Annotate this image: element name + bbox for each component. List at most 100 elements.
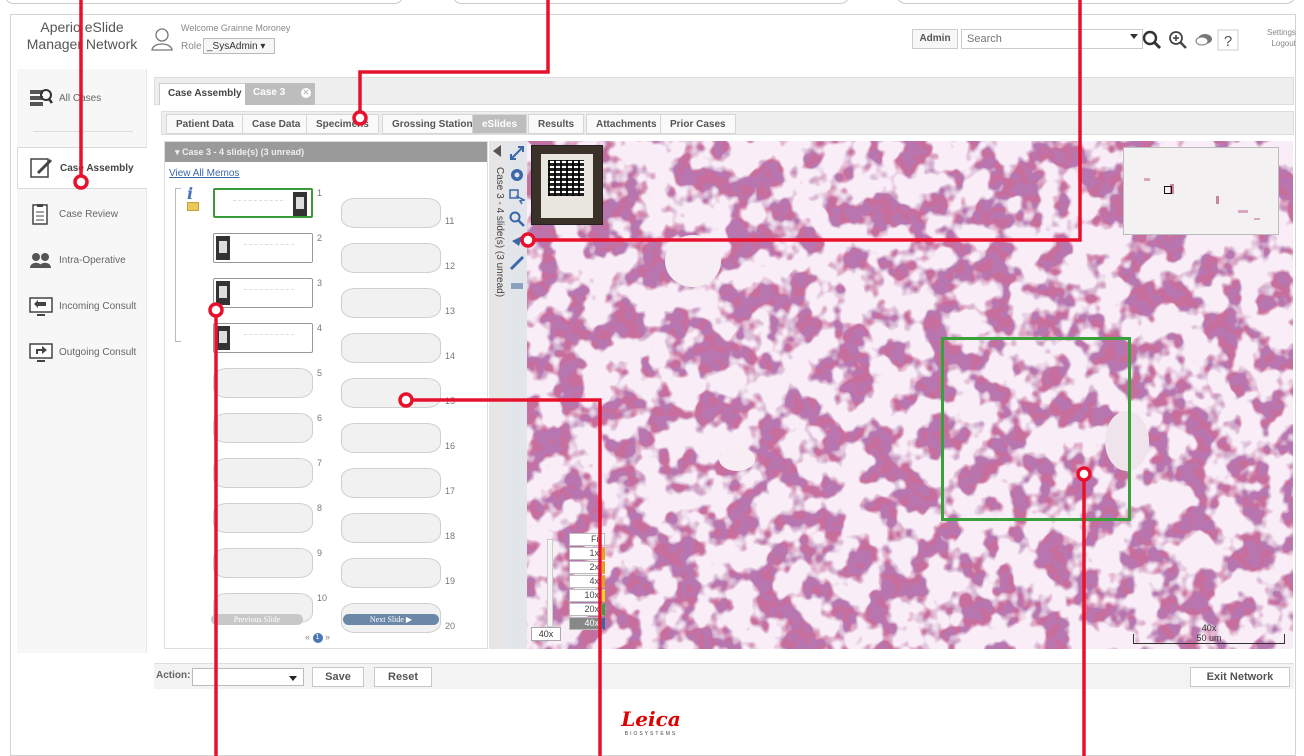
help-icon[interactable]: ? bbox=[1217, 29, 1239, 51]
empty-slide-slot[interactable] bbox=[341, 333, 441, 363]
sidebar-item-outgoing-consult[interactable]: Outgoing Consult bbox=[17, 331, 147, 373]
empty-slide-slot[interactable] bbox=[341, 468, 441, 498]
zoom-value: 40x bbox=[531, 627, 561, 641]
tab-results[interactable]: Results bbox=[528, 114, 585, 134]
tab-grossing-station[interactable]: Grossing Station bbox=[382, 114, 483, 134]
slide-thumbnail[interactable] bbox=[213, 278, 313, 308]
next-slide-button[interactable]: Next Slide ▶ bbox=[343, 614, 439, 625]
previous-slide-button[interactable]: Previous Slide bbox=[211, 614, 303, 625]
admin-button[interactable]: Admin bbox=[912, 29, 958, 49]
slide-slot-number: 6 bbox=[317, 413, 323, 423]
minimap[interactable] bbox=[1123, 147, 1279, 235]
sidebar-item-incoming-consult[interactable]: Incoming Consult bbox=[17, 285, 147, 327]
settings-link[interactable]: Settings bbox=[1267, 27, 1296, 38]
search-dropdown-icon[interactable] bbox=[1130, 34, 1138, 39]
collapse-arrow-icon[interactable] bbox=[493, 145, 501, 157]
tab-specimens[interactable]: Specimens bbox=[306, 114, 379, 134]
tab-patient-data[interactable]: Patient Data bbox=[166, 114, 244, 134]
callout-frames bbox=[0, 0, 1304, 4]
slide-slot-number: 3 bbox=[317, 278, 323, 288]
search-input[interactable] bbox=[961, 29, 1143, 49]
tab-case-assembly[interactable]: Case Assembly bbox=[159, 83, 251, 105]
minimap-viewport[interactable] bbox=[1164, 186, 1172, 194]
pager-current[interactable]: 1 bbox=[312, 632, 323, 643]
save-button[interactable]: Save bbox=[312, 667, 364, 687]
empty-slide-slot[interactable] bbox=[341, 288, 441, 318]
tab-prior-cases[interactable]: Prior Cases bbox=[660, 114, 736, 134]
empty-slide-slot[interactable] bbox=[341, 423, 441, 453]
zoom-40x-button[interactable]: 40x bbox=[569, 617, 605, 630]
logout-link[interactable]: Logout bbox=[1267, 38, 1295, 49]
zoom-slider-track[interactable] bbox=[547, 539, 553, 627]
chat-icon[interactable] bbox=[1193, 29, 1215, 51]
gear-icon[interactable] bbox=[509, 167, 525, 183]
zoom-in-icon[interactable] bbox=[1167, 29, 1189, 51]
outgoing-consult-icon bbox=[29, 343, 53, 362]
empty-slide-slot[interactable] bbox=[341, 198, 441, 228]
empty-slide-slot[interactable] bbox=[341, 378, 441, 408]
pager-next-icon[interactable]: » bbox=[325, 632, 330, 642]
slide-thumbnail[interactable] bbox=[213, 188, 313, 218]
zoom-1x-button[interactable]: 1x bbox=[569, 547, 605, 560]
settings-links: Settings Logout bbox=[1267, 27, 1296, 49]
magnifier-icon[interactable] bbox=[509, 211, 525, 227]
zoom-10x-button[interactable]: 10x bbox=[569, 589, 605, 602]
callout-frame bbox=[896, 0, 1296, 4]
all-cases-icon bbox=[30, 89, 53, 106]
slide-viewer[interactable]: Fit 1x 2x 4x 10x 20x 40x 40x 40x 50 um bbox=[527, 141, 1293, 649]
role-select[interactable]: _SysAdmin ▾ bbox=[203, 38, 275, 54]
empty-slide-slot[interactable] bbox=[213, 458, 313, 488]
vertical-case-label: Case 3 - 4 slide(s) (3 unread) bbox=[494, 167, 505, 298]
close-icon[interactable]: ✕ bbox=[301, 88, 311, 98]
empty-slide-slot[interactable] bbox=[213, 548, 313, 578]
role-label: Role bbox=[181, 41, 202, 52]
empty-slide-slot[interactable] bbox=[341, 558, 441, 588]
empty-slide-slot[interactable] bbox=[213, 503, 313, 533]
view-all-memos-link[interactable]: View All Memos bbox=[169, 168, 239, 179]
sidebar-item-intra-operative[interactable]: Intra-Operative bbox=[17, 239, 147, 281]
zoom-fit-button[interactable]: Fit bbox=[569, 533, 605, 546]
eraser-icon[interactable] bbox=[509, 277, 525, 293]
pager-prev-icon[interactable]: « bbox=[305, 632, 310, 642]
viewer-toolbar bbox=[507, 141, 527, 649]
pen-icon[interactable] bbox=[509, 255, 525, 271]
slide-slot-number: 18 bbox=[445, 531, 456, 541]
region-of-interest[interactable] bbox=[941, 337, 1131, 521]
slide-slot-number: 5 bbox=[317, 368, 323, 378]
zoom-20x-button[interactable]: 20x bbox=[569, 603, 605, 616]
slide-label-thumbnail[interactable] bbox=[531, 145, 603, 225]
biosystems-text: BIOSYSTEMS bbox=[624, 731, 678, 737]
tab-case-3[interactable]: Case 3 ✕ bbox=[245, 83, 315, 105]
tab-eslides[interactable]: eSlides bbox=[472, 114, 528, 134]
slides-panel-title: Case 3 - 4 slide(s) (3 unread) bbox=[182, 147, 305, 157]
tab-case-data[interactable]: Case Data bbox=[242, 114, 311, 134]
tissue-sample bbox=[244, 334, 294, 342]
slide-thumbnail[interactable] bbox=[213, 323, 313, 353]
slide-slot-number: 4 bbox=[317, 323, 323, 333]
search-icon[interactable] bbox=[1141, 29, 1163, 51]
pointer-icon[interactable] bbox=[509, 233, 525, 249]
tissue-sample bbox=[244, 289, 294, 297]
zoom-2x-button[interactable]: 2x bbox=[569, 561, 605, 574]
slides-panel-header[interactable]: ▾ Case 3 - 4 slide(s) (3 unread) bbox=[165, 142, 487, 162]
empty-slide-slot[interactable] bbox=[213, 368, 313, 398]
tab-attachments[interactable]: Attachments bbox=[586, 114, 667, 134]
zoom-panel: Fit 1x 2x 4x 10x 20x 40x bbox=[569, 533, 605, 645]
annotation-select-icon[interactable] bbox=[509, 189, 525, 205]
empty-slide-slot[interactable] bbox=[213, 413, 313, 443]
slide-thumbnail[interactable] bbox=[213, 233, 313, 263]
action-select[interactable] bbox=[192, 668, 304, 686]
info-icon[interactable]: i bbox=[187, 184, 193, 203]
zoom-4x-button[interactable]: 4x bbox=[569, 575, 605, 588]
sidebar-item-label: Outgoing Consult bbox=[59, 346, 137, 358]
folder-icon[interactable] bbox=[187, 202, 199, 211]
sidebar-item-case-assembly[interactable]: Case Assembly bbox=[17, 147, 147, 189]
fullscreen-icon[interactable] bbox=[509, 145, 525, 161]
sidebar-item-all-cases[interactable]: All Cases bbox=[17, 77, 147, 119]
reset-button[interactable]: Reset bbox=[374, 667, 432, 687]
exit-network-button[interactable]: Exit Network bbox=[1190, 667, 1290, 687]
collapse-strip[interactable]: Case 3 - 4 slide(s) (3 unread) bbox=[489, 141, 507, 649]
empty-slide-slot[interactable] bbox=[341, 513, 441, 543]
empty-slide-slot[interactable] bbox=[341, 243, 441, 273]
sidebar-item-case-review[interactable]: Case Review bbox=[17, 193, 147, 235]
